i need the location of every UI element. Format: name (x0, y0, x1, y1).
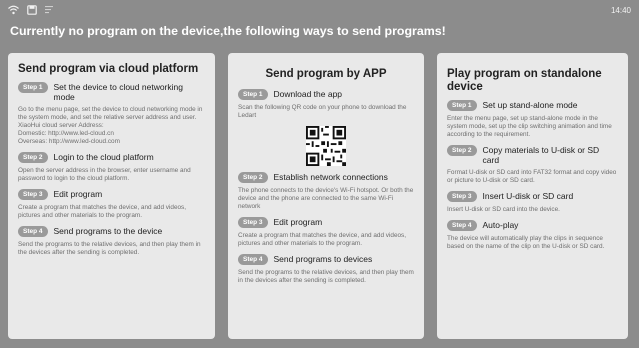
step-description: Insert U-disk or SD card into the device… (447, 206, 560, 213)
step-title: Send programs to the device (53, 226, 163, 236)
standalone-card: Play program on standalone device Step 1… (437, 53, 628, 339)
clock: 14:40 (610, 6, 631, 15)
step-description: Send the programs to the relative device… (238, 269, 414, 284)
step-description: Go to the menu page, set the device to c… (18, 106, 203, 145)
step-description: Create a program that matches the device… (18, 204, 187, 219)
step-badge: Step 3 (18, 189, 48, 200)
card-title: Send program via cloud platform (18, 63, 199, 75)
step-badge: Step 2 (18, 152, 48, 163)
step-badge: Step 1 (18, 82, 48, 93)
step-title: Send programs to devices (273, 254, 373, 264)
step-title: Set the device to cloud networking mode (53, 82, 183, 102)
step-title: Set up stand-alone mode (482, 100, 578, 110)
step-item: Step 2 Login to the cloud platform Open … (18, 152, 205, 183)
card-title: Send program by APP (265, 68, 387, 80)
page-headline: Currently no program on the device,the f… (10, 24, 446, 38)
step-description: The phone connects to the device's Wi-Fi… (238, 187, 414, 210)
step-description: Format U-disk or SD card into FAT32 form… (447, 169, 617, 184)
step-item: Step 2 Copy materials to U-disk or SD ca… (447, 145, 618, 185)
step-badge: Step 3 (238, 217, 268, 228)
step-title: Login to the cloud platform (53, 152, 154, 162)
step-description: Open the server address in the browser, … (18, 167, 191, 182)
app-card: Send program by APP Step 1 Download the … (228, 53, 424, 339)
step-item: Step 4 Send programs to devices Send the… (238, 254, 414, 285)
step-badge: Step 1 (238, 89, 268, 100)
step-badge: Step 4 (447, 220, 477, 231)
step-item: Step 3 Edit program Create a program tha… (18, 189, 205, 220)
step-title: Insert U-disk or SD card (482, 191, 574, 201)
qr-code-icon (306, 126, 346, 166)
step-description: Enter the menu page, set up stand-alone … (447, 115, 612, 138)
step-title: Edit program (273, 217, 323, 227)
step-item: Step 3 Edit program Create a program tha… (238, 217, 414, 248)
step-title: Edit program (53, 189, 103, 199)
cloud-platform-card: Send program via cloud platform Step 1 S… (8, 53, 215, 339)
step-title: Download the app (273, 89, 343, 99)
status-bar: 14:40 (0, 0, 639, 22)
step-badge: Step 1 (447, 100, 477, 111)
step-item: Step 2 Establish network connections The… (238, 172, 414, 211)
step-item: Step 3 Insert U-disk or SD card Insert U… (447, 191, 618, 214)
step-title: Establish network connections (273, 172, 388, 182)
step-description: Create a program that matches the device… (238, 232, 407, 247)
step-item: Step 4 Send programs to the device Send … (18, 226, 205, 257)
step-badge: Step 2 (238, 172, 268, 183)
step-badge: Step 4 (18, 226, 48, 237)
step-item: Step 1 Set up stand-alone mode Enter the… (447, 100, 618, 139)
step-description: Scan the following QR code on your phone… (238, 104, 407, 119)
step-title: Auto-play (482, 220, 519, 230)
step-badge: Step 3 (447, 191, 477, 202)
storage-card-icon (27, 5, 37, 18)
menu-icon (45, 5, 54, 18)
card-title: Play program on standalone device (447, 68, 602, 93)
step-description: Send the programs to the relative device… (18, 241, 201, 256)
step-item: Step 1 Download the app Scan the followi… (238, 89, 414, 120)
wifi-icon (8, 5, 19, 18)
step-badge: Step 2 (447, 145, 477, 156)
step-item: Step 1 Set the device to cloud networkin… (18, 82, 205, 146)
step-title: Copy materials to U-disk or SD card (482, 145, 600, 165)
step-item: Step 4 Auto-play The device will automat… (447, 220, 618, 251)
step-badge: Step 4 (238, 254, 268, 265)
step-description: The device will automatically play the c… (447, 235, 605, 250)
